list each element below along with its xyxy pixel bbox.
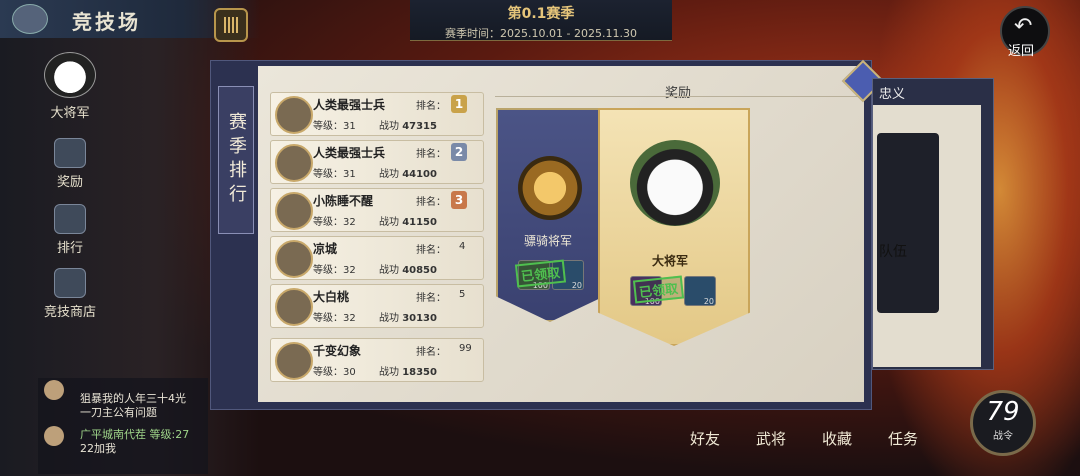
panda-emblem-icon [630, 140, 720, 226]
ranking-row[interactable]: 人类最强士兵 排名： 1 等级：31 战功 47315 [270, 92, 484, 136]
dragon-logo-icon [12, 4, 48, 34]
rank-value: 5 [459, 289, 466, 300]
player-avatar [275, 342, 313, 380]
chat-box[interactable]: 狙暴我的人年三十4光 一刀主公有问题 广平城南代茬 等级:27 22加我 [38, 378, 208, 474]
divider [495, 96, 861, 97]
season-name: 第0.1赛季 [507, 6, 575, 22]
player-name: 人类最强士兵 [313, 146, 386, 160]
ranking-row[interactable]: 人类最强士兵 排名： 2 等级：31 战功 44100 [270, 140, 484, 184]
player-name: 小陈睡不醒 [313, 194, 374, 208]
level-text: 等级：32 [313, 265, 356, 276]
player-level: 79 [986, 397, 1020, 427]
bottom-nav: 好友 武将 收藏 任务 [690, 428, 990, 458]
ranking-panel: 赛季排行 人类最强士兵 排名： 1 等级：31 战功 47315 人类最强士兵 … [210, 60, 872, 410]
season-info: 第0.1赛季 赛季时间：2025.10.01 - 2025.11.30 [410, 0, 672, 41]
level-text: 等级：30 [313, 367, 356, 378]
sidebar-item-label: 竞技商店 [43, 305, 96, 320]
avatar [44, 426, 64, 446]
chest-icon [54, 138, 86, 168]
sidebar-item-shop[interactable]: 竞技商店 [30, 268, 110, 320]
player-name: 大白桃 [313, 290, 350, 304]
rank-value: 99 [459, 343, 472, 354]
ranking-row[interactable]: 大白桃 排名： 5 等级：32 战功 30130 [270, 284, 484, 328]
sidebar-item-rewards[interactable]: 奖励 [30, 138, 110, 190]
banner-title: 骠骑将军 [524, 234, 573, 248]
power-text: 战功 18350 [379, 367, 437, 378]
level-text: 等级：32 [313, 313, 356, 324]
loyalty-panel: 忠义 队伍 [872, 78, 994, 370]
panel-paper: 队伍 [873, 105, 981, 367]
rank-label: 排名： [416, 101, 446, 112]
claimed-stamp: 已领取 [632, 275, 685, 304]
power-text: 战功 40850 [379, 265, 437, 276]
rank-badge-gold: 1 [451, 95, 467, 113]
player-avatar [275, 288, 313, 326]
rank-badge-silver: 2 [451, 143, 467, 161]
tab-season-ranking[interactable]: 赛季排行 [218, 86, 254, 234]
ranking-row[interactable]: 凉城 排名： 4 等级：32 战功 40850 [270, 236, 484, 280]
sidebar-item-ranking[interactable]: 排行 [30, 204, 110, 256]
shop-icon [54, 268, 86, 298]
player-avatar [275, 96, 313, 134]
rank-badge-bronze: 3 [451, 191, 467, 209]
return-arrow-icon: ↶ [1014, 14, 1033, 39]
team-label: 队伍 [879, 244, 907, 260]
player-name: 人类最强士兵 [313, 98, 386, 112]
reward-item-icon[interactable]: 20 [684, 276, 716, 306]
panda-avatar-icon [44, 52, 96, 98]
tiger-emblem-icon [518, 156, 582, 220]
season-time: 赛季时间：2025.10.01 - 2025.11.30 [445, 27, 637, 40]
power-text: 战功 41150 [379, 217, 437, 228]
rank-label: 排名： [416, 293, 446, 304]
avatar [44, 380, 64, 400]
rewards-title: 奖励 [664, 86, 691, 101]
item-count: 20 [571, 281, 582, 290]
item-count: 20 [703, 297, 714, 306]
player-name: 凉城 [313, 242, 338, 256]
back-label: 返回 [1008, 44, 1035, 59]
reward-banner-cavalry-general[interactable]: 骠骑将军 100 20 已领取 [496, 108, 604, 322]
scroll-icon[interactable] [214, 8, 248, 42]
sidebar-item-general[interactable]: 大将军 [30, 52, 110, 121]
rank-value: 4 [459, 241, 466, 252]
sidebar-item-label: 排行 [56, 241, 83, 256]
panel-title: 忠义 [879, 87, 906, 102]
reward-banner-grand-general[interactable]: 大将军 100 20 已领取 [598, 108, 750, 346]
nav-friends[interactable]: 好友 [690, 428, 720, 449]
level-label: 战令 [993, 431, 1013, 442]
player-avatar [275, 144, 313, 182]
nav-generals[interactable]: 武将 [756, 428, 786, 449]
page-title: 竞技场 [72, 10, 141, 34]
chat-line: 22加我 [80, 442, 116, 455]
power-text: 战功 47315 [379, 121, 437, 132]
rank-label: 排名： [416, 197, 446, 208]
bar-chart-icon [54, 204, 86, 234]
sidebar-item-label: 大将军 [50, 106, 90, 121]
level-text: 等级：32 [313, 217, 356, 228]
level-text: 等级：31 [313, 169, 356, 180]
own-ranking-row[interactable]: 千变幻象 排名： 99 等级：30 战功 18350 [270, 338, 484, 382]
player-name: 千变幻象 [313, 344, 362, 358]
battle-pass-button[interactable]: 79 战令 [970, 390, 1036, 456]
player-avatar [275, 192, 313, 230]
power-text: 战功 44100 [379, 169, 437, 180]
ranking-row[interactable]: 小陈睡不醒 排名： 3 等级：32 战功 41150 [270, 188, 484, 232]
team-slot[interactable] [877, 133, 939, 313]
sidebar-item-label: 奖励 [56, 175, 83, 190]
player-avatar [275, 240, 313, 278]
rank-label: 排名： [416, 245, 446, 256]
rank-label: 排名： [416, 149, 446, 160]
rank-label: 排名： [416, 347, 446, 358]
power-text: 战功 30130 [379, 313, 437, 324]
chat-line: 一刀主公有问题 [80, 406, 157, 419]
nav-collection[interactable]: 收藏 [822, 428, 852, 449]
banner-title: 大将军 [652, 254, 689, 268]
level-text: 等级：31 [313, 121, 356, 132]
nav-tasks[interactable]: 任务 [888, 428, 918, 449]
